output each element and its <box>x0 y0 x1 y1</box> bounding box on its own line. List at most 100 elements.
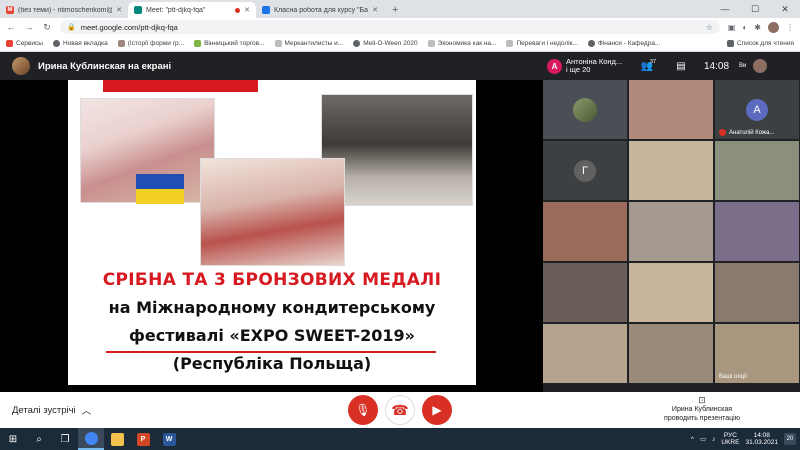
clock[interactable]: 14:08 31.03.2021 <box>745 432 778 447</box>
slide-text: (Республіка Польща) <box>172 354 372 373</box>
task-view-icon: ❐ <box>60 433 70 445</box>
minimize-icon[interactable]: — <box>710 0 740 18</box>
camera-off-button[interactable]: ▶ <box>422 395 452 425</box>
meeting-details-button[interactable]: Деталі зустрічі ︿ <box>12 403 91 418</box>
network-icon[interactable]: ▭ <box>700 435 706 443</box>
close-icon[interactable]: ✕ <box>116 6 122 14</box>
presenting-indicator[interactable]: ⊡ Ирина Кублинская проводить презентацію <box>642 396 762 423</box>
address-bar[interactable]: 🔒 meet.google.com/ptt-djkq-fqa ☆ <box>60 20 720 34</box>
bookmark-item[interactable]: Экономика как на... <box>427 40 496 47</box>
participant-tile[interactable] <box>629 141 713 200</box>
participant-tile[interactable] <box>543 80 627 139</box>
taskbar-powerpoint[interactable]: P <box>130 428 156 450</box>
bookmark-item[interactable]: Mell-O-Ween 2020 <box>353 40 418 47</box>
powerpoint-icon: P <box>136 432 150 446</box>
slide-text: фестивалі «EXPO SWEET-2019» <box>129 326 415 345</box>
participant-tile[interactable] <box>629 80 713 139</box>
volume-icon[interactable]: ♪ <box>712 436 715 443</box>
participant-tile[interactable]: A Анатолій Кожа... <box>715 80 799 139</box>
participant-tile[interactable] <box>629 202 713 261</box>
participant-tile[interactable]: Ваші опції <box>715 324 799 383</box>
bookmark-item[interactable]: (Історії форми гр... <box>117 40 184 47</box>
participant-tile[interactable] <box>629 263 713 322</box>
avatar <box>573 97 597 122</box>
slide-photo <box>200 158 345 266</box>
profile-avatar[interactable] <box>768 21 779 33</box>
participants-panel: A Антоніна Конд... і ще 20 👥 37 ▤ 14:08 Ви… <box>543 52 800 392</box>
notifications-button[interactable]: 20 <box>784 433 796 445</box>
slide-photo <box>80 98 215 204</box>
meet-controls: Деталі зустрічі ︿ 🎙 ☎ ▶ ⊡ Ирина Кублинск… <box>0 392 800 428</box>
close-icon[interactable]: ✕ <box>372 6 378 14</box>
participant-tile[interactable] <box>543 202 627 261</box>
participant-tile[interactable] <box>543 324 627 383</box>
mic-off-button[interactable]: 🎙 <box>348 395 378 425</box>
forward-icon[interactable]: → <box>24 22 34 32</box>
shared-screen[interactable]: СРІБНА ТА 3 БРОНЗОВИХ МЕДАЛІ на Міжнарод… <box>0 80 543 392</box>
recording-icon <box>235 7 241 13</box>
reload-icon[interactable]: ↻ <box>42 22 52 33</box>
participant-tile[interactable] <box>715 202 799 261</box>
globe-icon <box>587 40 595 47</box>
page-icon <box>117 40 125 47</box>
participant-tile[interactable] <box>715 263 799 322</box>
bookmark-item[interactable]: Новая вкладка <box>52 40 108 47</box>
tab-gmail[interactable]: M (без теми) - ntimoschenkom@g ✕ <box>0 2 128 18</box>
puzzle-icon[interactable]: ✱ <box>754 23 761 32</box>
participant-tile[interactable]: Г <box>543 141 627 200</box>
bookmark-item[interactable]: Сервисы <box>6 40 43 47</box>
menu-dots-icon[interactable]: ⋮ <box>786 23 794 32</box>
chat-icon[interactable]: ▤ <box>666 61 696 72</box>
tab-meet[interactable]: Meet: "ptt-djkq-fqa" ✕ <box>128 2 256 18</box>
meet-icon <box>134 6 142 14</box>
new-tab-button[interactable]: + <box>384 2 406 18</box>
slide-divider <box>106 351 436 353</box>
bookmark-item[interactable]: Переваги і недолік... <box>506 40 578 47</box>
apps-grid-icon <box>6 40 13 47</box>
globe-icon <box>52 40 60 47</box>
presentation-slide: СРІБНА ТА 3 БРОНЗОВИХ МЕДАЛІ на Міжнарод… <box>68 80 476 385</box>
bookmark-star-icon[interactable]: ☆ <box>706 23 713 32</box>
task-view-button[interactable]: ❐ <box>52 428 78 450</box>
mic-off-icon <box>719 129 726 136</box>
chevron-up-icon[interactable]: ^ <box>691 436 694 443</box>
end-call-button[interactable]: ☎ <box>385 395 415 425</box>
reading-list-icon <box>727 40 734 47</box>
participant-tile[interactable] <box>715 141 799 200</box>
search-button[interactable]: ⌕ <box>26 428 52 450</box>
tab-title: Meet: "ptt-djkq-fqa" <box>146 6 206 14</box>
url-text[interactable]: meet.google.com/ptt-djkq-fqa <box>81 23 178 32</box>
maximize-icon[interactable]: ☐ <box>740 0 770 18</box>
ukraine-flag-image <box>136 174 184 204</box>
lock-icon[interactable]: 🔒 <box>67 23 76 31</box>
participant-initial: A <box>746 98 768 121</box>
back-icon[interactable]: ← <box>6 22 16 32</box>
participant-tile[interactable] <box>543 263 627 322</box>
participant-name: Ваші опції <box>719 374 748 380</box>
taskbar-word[interactable]: W <box>156 428 182 450</box>
meeting-time: 14:08 <box>704 60 730 72</box>
start-button[interactable]: ⊞ <box>0 428 26 450</box>
self-label: Ви <box>739 63 747 69</box>
participant-tile[interactable] <box>629 324 713 383</box>
extension-icon[interactable]: ◐ <box>742 23 747 32</box>
close-icon[interactable]: ✕ <box>244 6 250 14</box>
bookmark-item[interactable]: Меркантилисты и... <box>274 40 343 47</box>
participant-badge: A <box>547 58 562 74</box>
folder-icon <box>110 432 124 446</box>
participant-grid: A Анатолій Кожа... Г Ваші опції <box>543 80 800 386</box>
bookmark-item[interactable]: Фінанси - Кафедра... <box>587 40 660 47</box>
meet-window: Ирина Кублинская на екрані СРІБНА ТА 3 Б… <box>0 52 800 392</box>
language-indicator[interactable]: РУС UKRE <box>721 432 739 446</box>
bookmark-item[interactable]: Вінницький торгов... <box>194 40 265 47</box>
taskbar-explorer[interactable] <box>104 428 130 450</box>
presenter-label: Ирина Кублинская на екрані <box>38 60 172 72</box>
camera-indicator-icon[interactable]: ▣ <box>728 23 736 32</box>
people-icon[interactable]: 👥 37 <box>632 59 662 72</box>
close-window-icon[interactable]: ✕ <box>770 0 800 18</box>
gmail-icon: M <box>6 6 14 14</box>
tab-classroom[interactable]: Класна робота для курсу "Бани ✕ <box>256 2 384 18</box>
reading-list[interactable]: Список для чтения <box>727 40 794 47</box>
camera-off-icon: ▶ <box>432 403 442 417</box>
taskbar-chrome[interactable] <box>78 428 104 450</box>
